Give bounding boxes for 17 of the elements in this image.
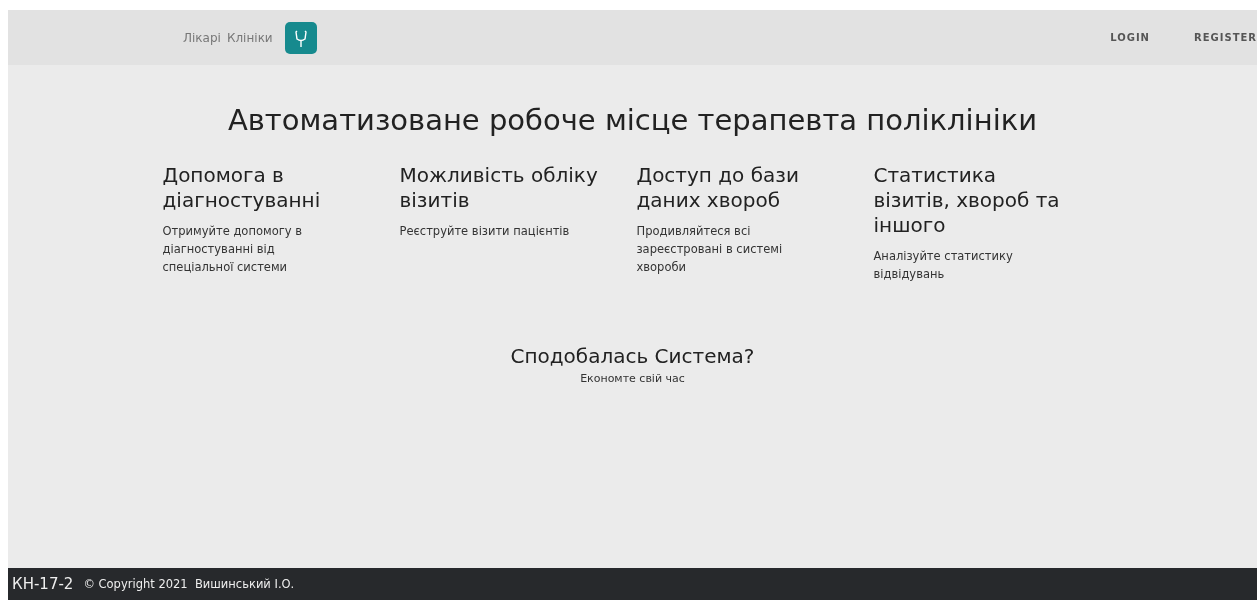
cta-heading: Сподобалась Система?	[510, 343, 755, 368]
copyright-text: © Copyright 2021 Вишинський І.О.	[83, 577, 295, 591]
footer-brand: КН-17-2	[12, 575, 74, 593]
feature-heading: Допомога в діагностуванні	[162, 163, 322, 213]
feature-text: Отримуйте допомогу в діагностуванні від спеціальної системи	[162, 223, 303, 276]
feature-heading: Можливість обліку візитів	[399, 163, 599, 213]
feature-heading: Статистика візитів, хвороб та іншого	[873, 163, 1061, 238]
nav-link[interactable]: Клініки	[226, 30, 273, 45]
cta-text: Економте свій час	[580, 371, 685, 385]
page-title: Автоматизоване робоче місце терапевта поліклініки	[227, 103, 1038, 137]
nav-link[interactable]: Лікарі	[183, 30, 221, 45]
feature-text: Реєструйте візити пацієнтів	[399, 223, 571, 240]
auth-link[interactable]: REGISTER	[1194, 32, 1257, 43]
feature-heading: Доступ до бази даних хвороб	[636, 163, 800, 213]
feature-text: Аналізуйте статистику відвідувань	[873, 248, 1014, 283]
auth-link[interactable]: LOGIN	[1110, 32, 1150, 43]
feature-text: Продивляйтеся всі зареєстровані в системі хвороби	[636, 223, 784, 276]
